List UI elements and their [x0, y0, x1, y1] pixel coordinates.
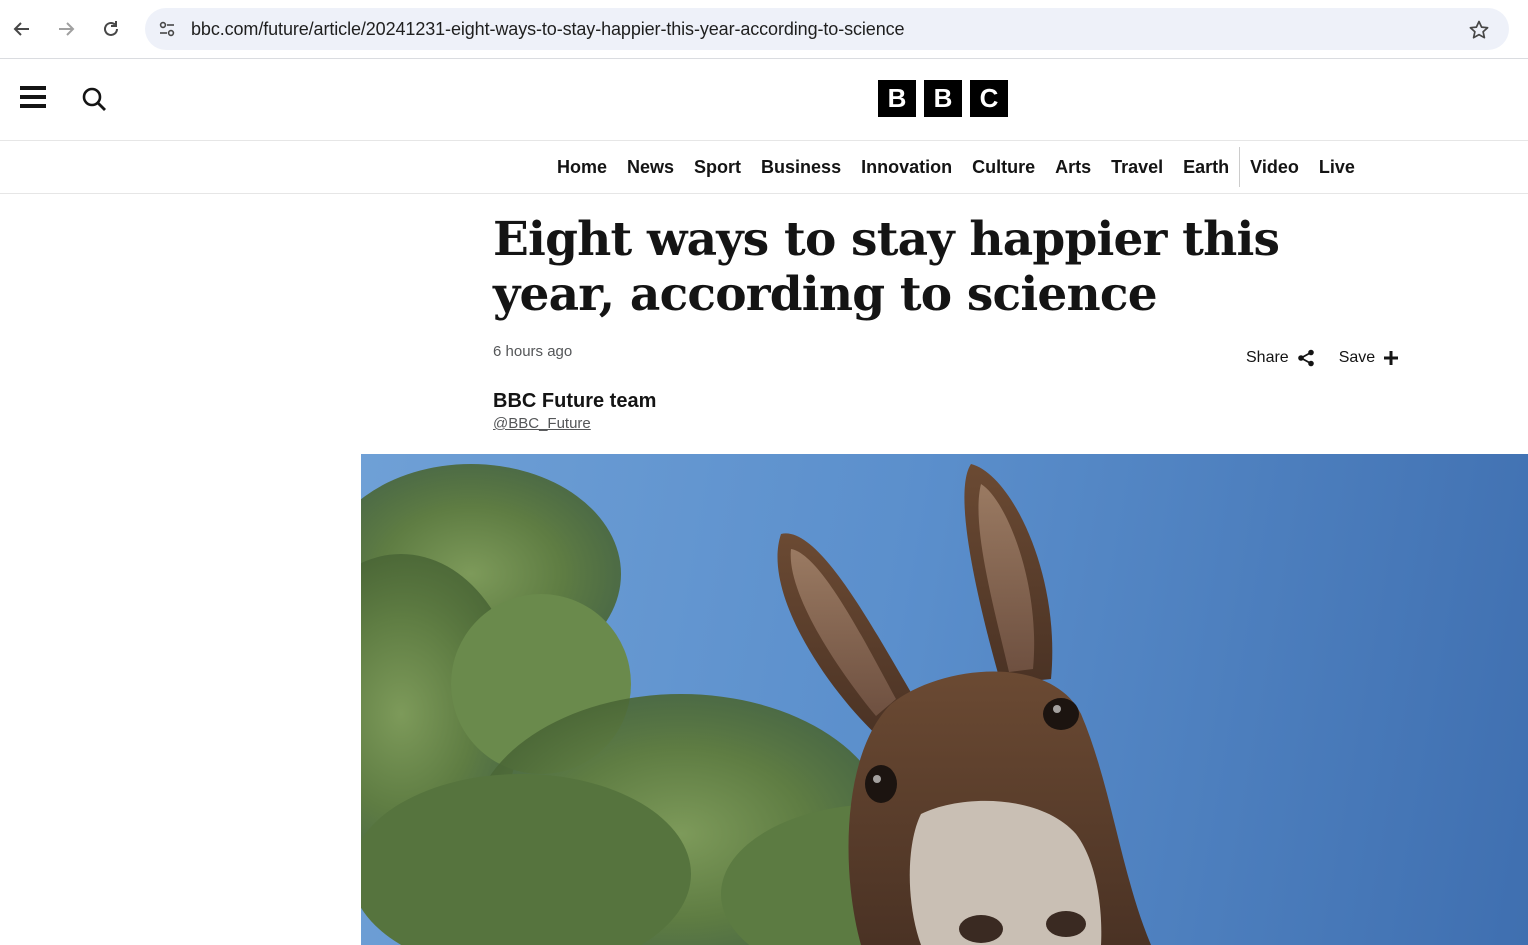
author-handle-link[interactable]: @BBC_Future	[493, 415, 591, 432]
bookmark-star-icon[interactable]	[1467, 18, 1491, 42]
site-info-icon[interactable]	[155, 17, 179, 41]
nav-item-live[interactable]: Live	[1309, 157, 1365, 178]
nav-item-culture[interactable]: Culture	[962, 157, 1045, 178]
save-label: Save	[1338, 349, 1376, 366]
url-text[interactable]: bbc.com/future/article/20241231-eight-wa…	[191, 19, 905, 40]
article-timestamp: 6 hours ago	[493, 343, 573, 360]
section-nav: Home News Sport Business Innovation Cult…	[0, 141, 1528, 194]
save-button[interactable]: Save	[1339, 349, 1399, 367]
site-header: B B C	[0, 59, 1528, 141]
author-name: BBC Future team	[493, 390, 657, 412]
hamburger-menu-icon[interactable]	[20, 86, 50, 114]
reload-icon[interactable]	[96, 14, 126, 44]
logo-letter: B	[878, 80, 916, 117]
forward-arrow-icon[interactable]	[51, 14, 81, 44]
browser-toolbar: bbc.com/future/article/20241231-eight-wa…	[0, 0, 1528, 59]
plus-icon	[1384, 351, 1399, 365]
donkey-photo	[361, 464, 1151, 945]
nav-item-travel[interactable]: Travel	[1101, 157, 1173, 178]
logo-letter: C	[970, 80, 1008, 117]
address-bar[interactable]: bbc.com/future/article/20241231-eight-wa…	[145, 8, 1509, 50]
nav-item-arts[interactable]: Arts	[1045, 157, 1101, 178]
share-button[interactable]: Share	[1246, 349, 1315, 367]
nav-item-earth[interactable]: Earth	[1173, 157, 1239, 178]
article-actions: Share Save	[1246, 349, 1399, 367]
nav-item-innovation[interactable]: Innovation	[851, 157, 962, 178]
nav-item-news[interactable]: News	[617, 157, 684, 178]
hero-image	[361, 454, 1528, 945]
article-headline: Eight ways to stay happier this year, ac…	[493, 212, 1280, 322]
bbc-logo[interactable]: B B C	[878, 80, 1008, 117]
back-arrow-icon[interactable]	[7, 14, 37, 44]
logo-letter: B	[924, 80, 962, 117]
search-icon[interactable]	[80, 85, 110, 115]
nav-item-sport[interactable]: Sport	[684, 157, 751, 178]
nav-item-home[interactable]: Home	[547, 157, 617, 178]
share-label: Share	[1246, 349, 1289, 366]
nav-item-business[interactable]: Business	[751, 157, 851, 178]
nav-item-video[interactable]: Video	[1239, 147, 1309, 187]
share-icon	[1297, 349, 1314, 367]
